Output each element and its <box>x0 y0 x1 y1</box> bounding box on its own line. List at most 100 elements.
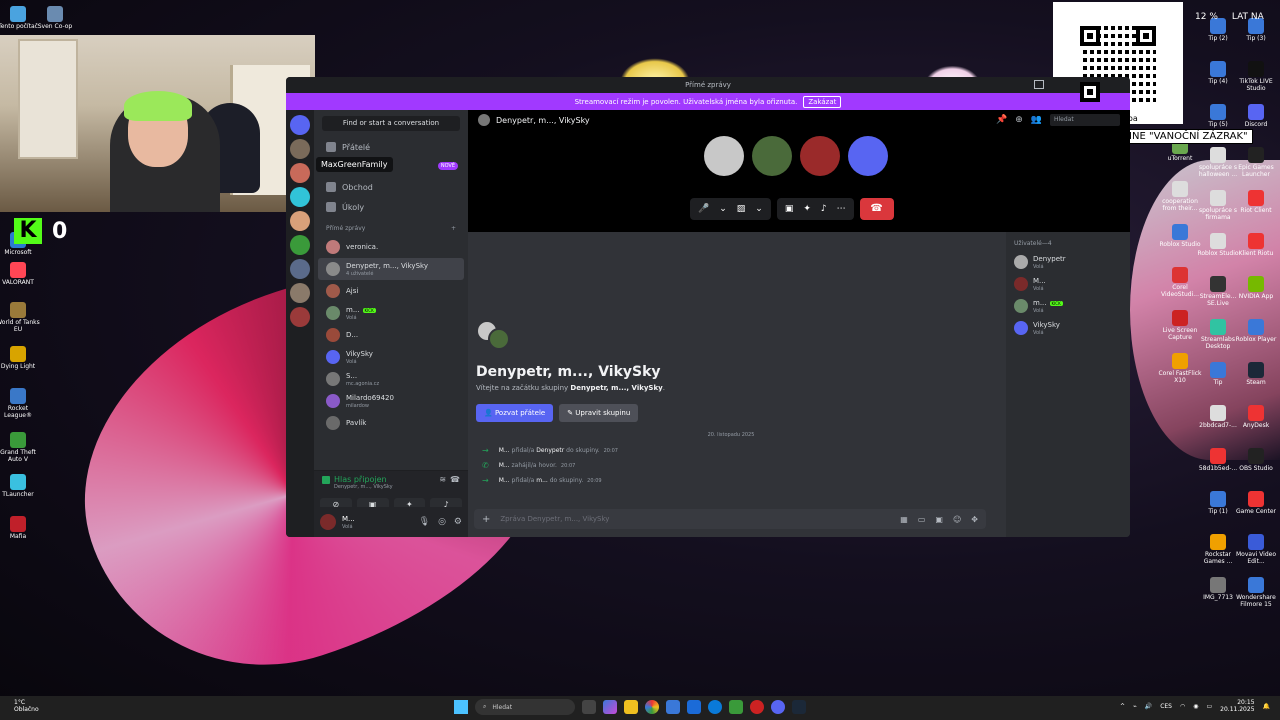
taskbar-search[interactable]: ⌕ Hledat <box>475 699 575 715</box>
dm-item[interactable]: VikySky Volá <box>318 346 464 368</box>
server-icon[interactable] <box>290 259 310 279</box>
desktop-shortcut[interactable]: Klient Riotu <box>1234 233 1278 258</box>
desktop-shortcut[interactable]: World of Tanks EU <box>0 302 40 333</box>
desktop-shortcut[interactable]: Rocket League® <box>0 388 40 419</box>
member-item[interactable]: VikySky Volá <box>1014 317 1122 339</box>
app-icon[interactable] <box>750 700 764 714</box>
headphones-icon[interactable]: ◎ <box>438 517 446 527</box>
apps-icon[interactable]: ✥ <box>971 515 978 524</box>
server-icon[interactable] <box>290 163 310 183</box>
invite-friends-button[interactable]: 👤 Pozvat přátele <box>476 404 554 422</box>
dm-item[interactable]: Ajsi <box>318 280 464 302</box>
soundboard-icon[interactable]: ♪ <box>821 204 827 214</box>
dm-item[interactable]: m... KICK Volá <box>318 302 464 324</box>
microphone-icon[interactable]: 🎙 <box>419 517 430 527</box>
desktop-shortcut[interactable]: AnyDesk <box>1234 405 1278 430</box>
desktop-shortcut[interactable]: NVIDIA App <box>1234 276 1278 301</box>
gift-icon[interactable]: ▦ <box>900 515 908 524</box>
call-actions[interactable]: ▣ ✦ ♪ ⋯ <box>776 198 854 220</box>
desktop-shortcut[interactable]: OBS Studio <box>1234 448 1278 473</box>
server-icon[interactable] <box>290 187 310 207</box>
chrome-icon[interactable] <box>645 700 659 714</box>
edit-group-button[interactable]: ✎ Upravit skupinu <box>559 404 639 422</box>
task-view-icon[interactable] <box>582 700 596 714</box>
desktop-shortcut[interactable]: Riot Client <box>1234 190 1278 215</box>
mic-control[interactable]: 🎤 ⌄ ▨ ⌄ <box>690 198 771 220</box>
server-icon[interactable] <box>290 139 310 159</box>
speaker-icon[interactable]: ◉ <box>1193 703 1198 710</box>
members-icon[interactable]: 👥 <box>1031 115 1042 125</box>
wifi-icon[interactable]: ◠ <box>1180 703 1185 710</box>
disconnect-icon[interactable]: ☎ <box>450 475 460 484</box>
attach-plus-icon[interactable]: + <box>482 514 490 525</box>
screen-share-icon[interactable]: ▣ <box>785 204 794 214</box>
sticker-icon[interactable]: ▣ <box>935 515 943 524</box>
volume-icon[interactable]: 🔊 <box>1145 703 1152 710</box>
discord-taskbar-icon[interactable] <box>771 700 785 714</box>
gif-icon[interactable]: ▭ <box>918 515 926 524</box>
desktop-shortcut[interactable]: Wondershare Filmore 15 <box>1234 577 1278 608</box>
settings-gear-icon[interactable]: ⚙ <box>454 517 462 527</box>
desktop-shortcut[interactable]: Dying Light <box>0 346 40 371</box>
language-indicator[interactable]: CES <box>1160 703 1172 710</box>
add-dm-button[interactable]: + <box>451 225 456 232</box>
mail-icon[interactable] <box>666 700 680 714</box>
desktop-shortcut[interactable]: Mafia <box>0 516 40 541</box>
desktop-shortcut[interactable]: Discord <box>1234 104 1278 129</box>
call-participant-avatar[interactable] <box>848 136 888 176</box>
dm-item[interactable]: D... <box>318 324 464 346</box>
add-friends-icon[interactable]: ⊕ <box>1015 115 1023 125</box>
dm-item[interactable]: Pavlík <box>318 412 464 434</box>
clock[interactable]: 20:15 20.11.2025 <box>1220 699 1254 713</box>
nav-friends[interactable]: Přátelé <box>314 137 468 157</box>
server-icon[interactable] <box>290 235 310 255</box>
notification-icon[interactable]: 🔔 <box>1263 703 1270 710</box>
nav-quests[interactable]: Úkoly <box>314 197 468 217</box>
dm-item[interactable]: veronica. <box>318 236 464 258</box>
app-icon[interactable] <box>729 700 743 714</box>
file-explorer-icon[interactable] <box>624 700 638 714</box>
copilot-icon[interactable] <box>603 700 617 714</box>
battery-icon[interactable]: ▭ <box>1206 703 1212 710</box>
server-icon[interactable] <box>290 211 310 231</box>
call-participant-avatar[interactable] <box>704 136 744 176</box>
desktop-shortcut[interactable]: Sven Co-op <box>33 6 77 31</box>
server-icon[interactable] <box>290 283 310 303</box>
cursor-app-icon[interactable] <box>708 700 722 714</box>
noise-suppression-icon[interactable]: ≋ <box>439 475 446 484</box>
network-icon[interactable]: ⌁ <box>1133 703 1137 710</box>
desktop-shortcut[interactable]: Grand Theft Auto V <box>0 432 40 463</box>
edge-icon[interactable] <box>687 700 701 714</box>
nav-shop[interactable]: Obchod <box>314 177 468 197</box>
pin-icon[interactable]: 📌 <box>996 115 1007 125</box>
message-composer[interactable]: + Zpráva Denypetr, m..., VikySky ▦ ▭ ▣ ☺… <box>474 509 986 529</box>
member-item[interactable]: m... KICK Volá <box>1014 295 1122 317</box>
call-participant-avatar[interactable] <box>800 136 840 176</box>
inbox-icon[interactable] <box>1034 80 1044 89</box>
emoji-icon[interactable]: ☺ <box>953 515 961 524</box>
call-participant-avatar[interactable] <box>752 136 792 176</box>
find-conversation-input[interactable]: Find or start a conversation <box>322 116 460 131</box>
disable-streamer-mode-button[interactable]: Zakázat <box>803 95 842 108</box>
more-icon[interactable]: ⋯ <box>837 204 846 214</box>
server-icon-dm[interactable] <box>290 115 310 135</box>
user-avatar[interactable] <box>320 514 336 530</box>
member-item[interactable]: M... Volá <box>1014 273 1122 295</box>
dm-item[interactable]: Milardo69420 milardow <box>318 390 464 412</box>
search-input[interactable]: Hledat <box>1050 114 1120 126</box>
desktop-shortcut[interactable]: Roblox Player <box>1234 319 1278 344</box>
server-icon[interactable] <box>290 307 310 327</box>
desktop-shortcut[interactable]: Steam <box>1234 362 1278 387</box>
dm-item[interactable]: Denypetr, m..., VikySky 4 uživatelé <box>318 258 464 280</box>
desktop-shortcut[interactable]: Epic Games Launcher <box>1234 147 1278 178</box>
desktop-shortcut[interactable]: VALORANT <box>0 262 40 287</box>
activity-icon[interactable]: ✦ <box>803 204 811 214</box>
member-item[interactable]: Denypetr Volá <box>1014 251 1122 273</box>
windows-start-icon[interactable] <box>454 700 468 714</box>
hang-up-button[interactable]: ☎ <box>859 198 894 220</box>
desktop-shortcut[interactable]: Movavi Video Edit... <box>1234 534 1278 565</box>
tray-chevron-icon[interactable]: ^ <box>1120 703 1125 710</box>
dm-item[interactable]: S... mc.agonia.cz <box>318 368 464 390</box>
weather-widget[interactable]: 1°C Oblačno <box>14 699 39 713</box>
desktop-shortcut[interactable]: TikTok LIVE Studio <box>1234 61 1278 92</box>
